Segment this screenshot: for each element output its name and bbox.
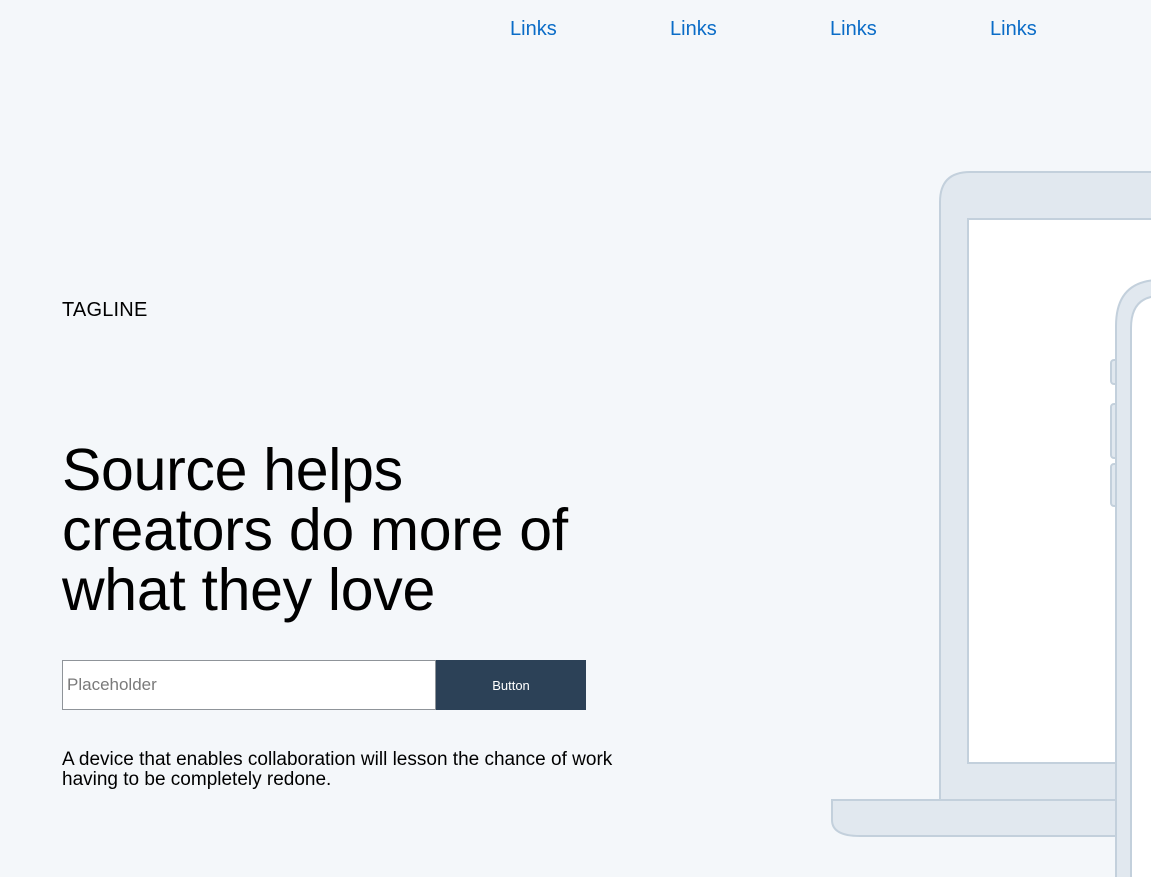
phone-icon xyxy=(1110,279,1151,877)
nav-link-2[interactable]: Links xyxy=(670,17,717,41)
nav-link-1[interactable]: Links xyxy=(510,17,557,41)
hero-description: A device that enables collaboration will… xyxy=(62,749,613,790)
submit-button[interactable]: Button xyxy=(436,660,586,710)
laptop-icon xyxy=(831,171,1151,837)
signup-input[interactable] xyxy=(62,660,436,710)
tagline: TAGLINE xyxy=(62,299,148,321)
device-illustration xyxy=(820,160,1151,877)
devices-svg xyxy=(831,171,1151,877)
nav-link-3[interactable]: Links xyxy=(830,17,877,41)
signup-form: Button xyxy=(62,660,586,710)
nav-link-4[interactable]: Links xyxy=(990,17,1037,41)
hero-headline: Source helps creators do more of what th… xyxy=(62,437,568,623)
top-nav: Links Links Links Links xyxy=(0,17,1151,43)
